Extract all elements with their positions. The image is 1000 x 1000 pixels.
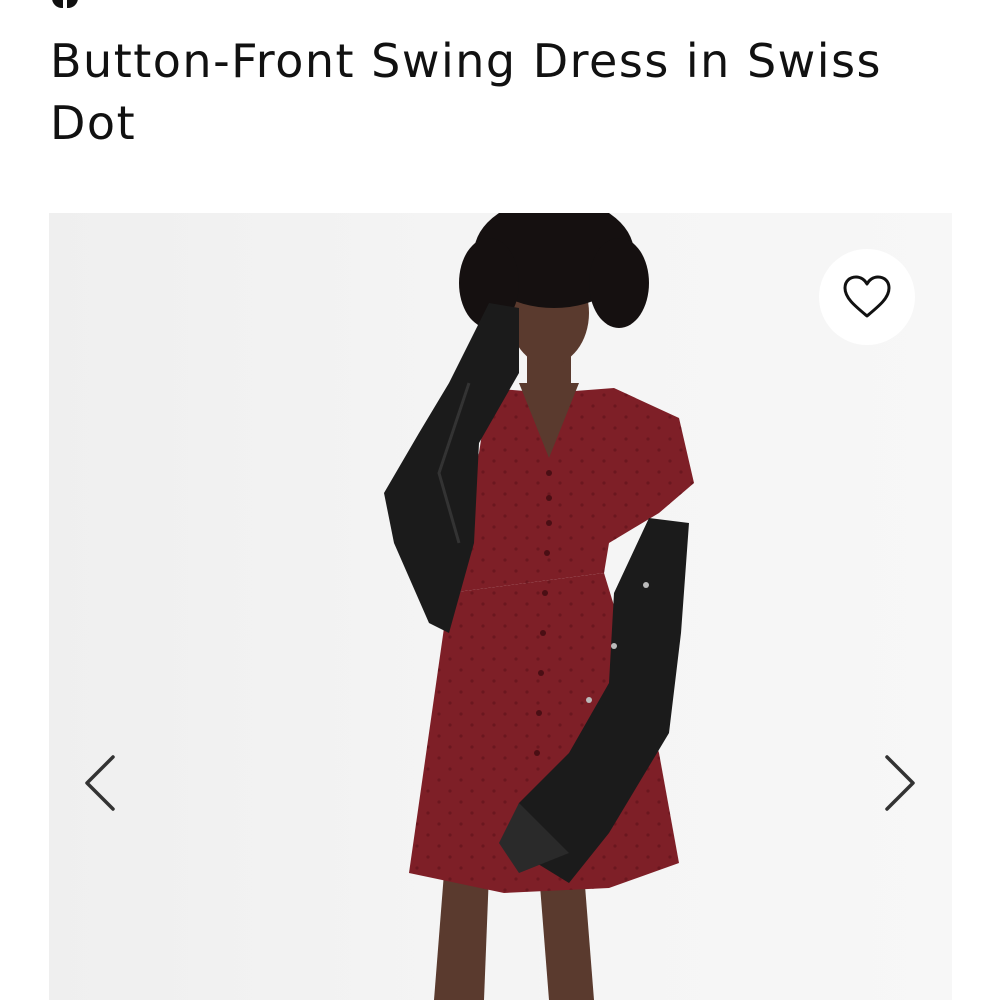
- brand-logo-partial: [52, 0, 78, 8]
- previous-image-button[interactable]: [79, 753, 123, 813]
- favorite-button[interactable]: [819, 249, 915, 345]
- product-title: Button-Front Swing Dress in Swiss Dot: [50, 34, 882, 150]
- product-photo: [384, 213, 694, 1000]
- product-image-gallery[interactable]: [49, 213, 952, 1000]
- chevron-right-icon: [885, 755, 915, 811]
- heart-icon: [843, 275, 891, 318]
- next-image-button[interactable]: [877, 753, 921, 813]
- chevron-left-icon: [85, 755, 115, 811]
